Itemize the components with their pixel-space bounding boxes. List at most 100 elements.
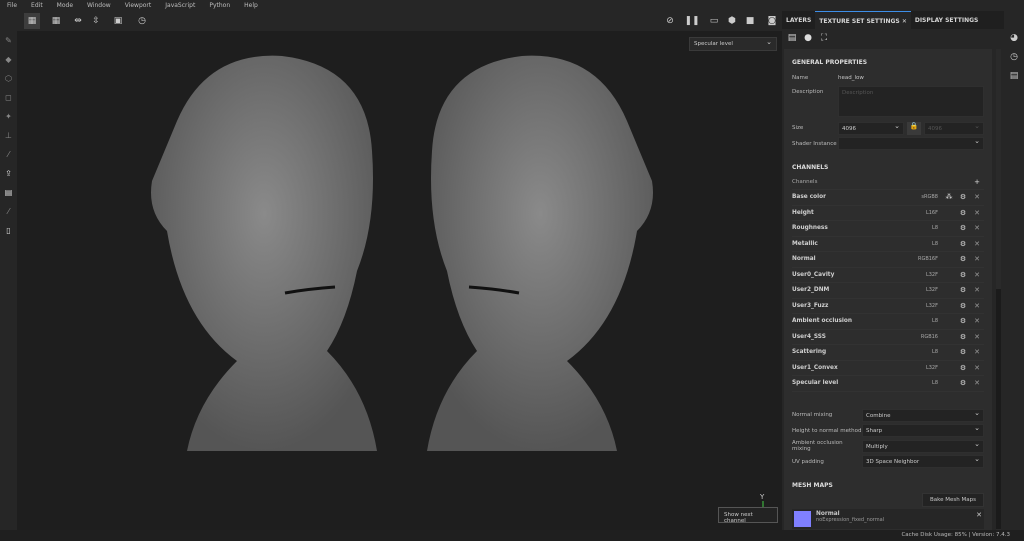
gear-icon[interactable]: ⚙ <box>956 379 970 387</box>
channel-format[interactable]: L8 <box>898 380 938 386</box>
add-channel-icon[interactable]: + <box>970 178 984 186</box>
remove-icon[interactable]: ✕ <box>970 209 984 217</box>
channel-format[interactable]: sRGB8 <box>898 194 938 200</box>
camera-video-icon[interactable]: ■ <box>742 13 758 29</box>
uv-icon[interactable]: ⛶ <box>818 32 830 44</box>
eraser-icon[interactable]: ◆ <box>0 50 17 69</box>
description-input[interactable]: Description <box>838 85 984 117</box>
history-icon[interactable]: ◷ <box>134 13 150 29</box>
export-icon[interactable]: ▤ <box>0 183 17 202</box>
channel-row[interactable]: User2_DNM L32F ⚙ ✕ <box>792 283 984 299</box>
gear-icon[interactable]: ⚙ <box>956 193 970 201</box>
gear-icon[interactable]: ⚙ <box>956 364 970 372</box>
channel-row[interactable]: Normal RGB16F ⚙ ✕ <box>792 252 984 268</box>
remove-icon[interactable]: ✕ <box>970 193 984 201</box>
gear-icon[interactable]: ⚙ <box>956 209 970 217</box>
channel-format[interactable]: L32F <box>898 272 938 278</box>
remove-icon[interactable]: ✕ <box>976 511 982 527</box>
channel-format[interactable]: RGB16 <box>898 334 938 340</box>
remove-icon[interactable]: ✕ <box>970 333 984 341</box>
channel-format[interactable]: L8 <box>898 318 938 324</box>
bake-mesh-maps-button[interactable]: Bake Mesh Maps <box>922 492 984 507</box>
viewport-3d[interactable]: Y <box>17 31 782 530</box>
channel-format[interactable]: L8 <box>898 349 938 355</box>
channel-row[interactable]: Ambient occlusion L8 ⚙ ✕ <box>792 314 984 330</box>
settings-sheet-icon[interactable]: ▤ <box>786 32 798 44</box>
channel-format[interactable]: L32F <box>898 287 938 293</box>
remove-icon[interactable]: ✕ <box>970 302 984 310</box>
mirror-y-icon[interactable]: ⇳ <box>88 13 104 29</box>
menu-javascript[interactable]: JavaScript <box>158 0 202 11</box>
close-icon[interactable]: ✕ <box>902 18 907 25</box>
gear-icon[interactable]: ⚙ <box>956 302 970 310</box>
gear-icon[interactable]: ⚙ <box>956 240 970 248</box>
polygon-fill-icon[interactable]: ⁄ <box>0 202 17 221</box>
normal-mixing-select[interactable]: Combine <box>862 408 984 422</box>
channel-row[interactable]: User1_Convex L32F ⚙ ✕ <box>792 361 984 376</box>
display-mode-icon[interactable]: ▭ <box>706 13 722 29</box>
grid-icon[interactable]: ▦ <box>24 13 40 29</box>
gear-icon[interactable]: ⚙ <box>956 255 970 263</box>
material-ball-icon[interactable]: ● <box>802 32 814 44</box>
channel-row[interactable]: User3_Fuzz L32F ⚙ ✕ <box>792 299 984 314</box>
lock-icon[interactable]: 🔒 <box>907 121 921 135</box>
gear-icon[interactable]: ⚙ <box>956 286 970 294</box>
panel-scrollbar[interactable] <box>996 49 1001 530</box>
gear-icon[interactable]: ⚙ <box>956 348 970 356</box>
brush-icon[interactable]: ✎ <box>0 31 17 50</box>
menu-edit[interactable]: Edit <box>24 0 50 11</box>
mesh-map-item[interactable]: Normal noExpression_fixed_normal ✕ <box>792 508 984 529</box>
geometry-mask-icon[interactable]: ◻ <box>0 88 17 107</box>
remove-icon[interactable]: ✕ <box>970 240 984 248</box>
bake-icon[interactable]: ⇪ <box>0 164 17 183</box>
remove-icon[interactable]: ✕ <box>970 271 984 279</box>
shader-select[interactable] <box>838 137 984 151</box>
channel-format[interactable]: L32F <box>898 303 938 309</box>
pause-icon[interactable]: ❚❚ <box>684 13 700 29</box>
menu-help[interactable]: Help <box>237 0 265 11</box>
remove-icon[interactable]: ✕ <box>970 286 984 294</box>
screenshot-icon[interactable]: ◙ <box>764 13 780 29</box>
channel-format[interactable]: RGB16F <box>898 256 938 262</box>
menu-file[interactable]: File <box>0 0 24 11</box>
grid-options-icon[interactable]: ▦ <box>48 13 64 29</box>
size-select[interactable]: 4096 <box>838 121 904 135</box>
menu-viewport[interactable]: Viewport <box>118 0 159 11</box>
channel-row[interactable]: Scattering L8 ⚙ ✕ <box>792 345 984 361</box>
channel-row[interactable]: Height L16F ⚙ ✕ <box>792 206 984 221</box>
channel-row[interactable]: Specular level L8 ⚙ ✕ <box>792 376 984 392</box>
tab-display-settings[interactable]: DISPLAY SETTINGS <box>911 11 983 29</box>
hide-icon[interactable]: ⊘ <box>662 13 678 29</box>
clone-icon[interactable]: ⊥ <box>0 126 17 145</box>
projection-icon[interactable]: ⬡ <box>0 69 17 88</box>
menu-python[interactable]: Python <box>202 0 237 11</box>
uv-padding-select[interactable]: 3D Space Neighbor <box>862 455 984 469</box>
gear-icon[interactable]: ⚙ <box>956 333 970 341</box>
channel-row[interactable]: Base color sRGB8 ⁂ ⚙ ✕ <box>792 190 984 206</box>
log-icon[interactable]: ▤ <box>1004 71 1024 87</box>
smudge-icon[interactable]: ✦ <box>0 107 17 126</box>
gear-icon[interactable]: ⚙ <box>956 224 970 232</box>
ao-mixing-select[interactable]: Multiply <box>862 439 984 453</box>
picker-icon[interactable]: ⁄ <box>0 145 17 164</box>
menu-window[interactable]: Window <box>80 0 118 11</box>
height-to-normal-select[interactable]: Sharp <box>862 424 984 438</box>
document-icon[interactable]: ▯ <box>0 221 17 240</box>
frame-icon[interactable]: ▣ <box>110 13 126 29</box>
gear-icon[interactable]: ⚙ <box>956 317 970 325</box>
channel-format[interactable]: L8 <box>898 241 938 247</box>
channel-row[interactable]: Roughness L8 ⚙ ✕ <box>792 221 984 237</box>
remove-icon[interactable]: ✕ <box>970 255 984 263</box>
menu-mode[interactable]: Mode <box>50 0 80 11</box>
channel-format[interactable]: L8 <box>898 225 938 231</box>
channel-row[interactable]: User0_Cavity L32F ⚙ ✕ <box>792 268 984 283</box>
gear-icon[interactable]: ⚙ <box>956 271 970 279</box>
history-icon[interactable]: ◷ <box>1004 52 1024 68</box>
color-profile-icon[interactable]: ⁂ <box>942 193 956 201</box>
material-icon[interactable]: ⬢ <box>724 13 740 29</box>
tab-texture-set-settings[interactable]: TEXTURE SET SETTINGS ✕ <box>815 11 911 29</box>
remove-icon[interactable]: ✕ <box>970 348 984 356</box>
mirror-x-icon[interactable]: ⇹ <box>70 13 86 29</box>
remove-icon[interactable]: ✕ <box>970 224 984 232</box>
remove-icon[interactable]: ✕ <box>970 379 984 387</box>
